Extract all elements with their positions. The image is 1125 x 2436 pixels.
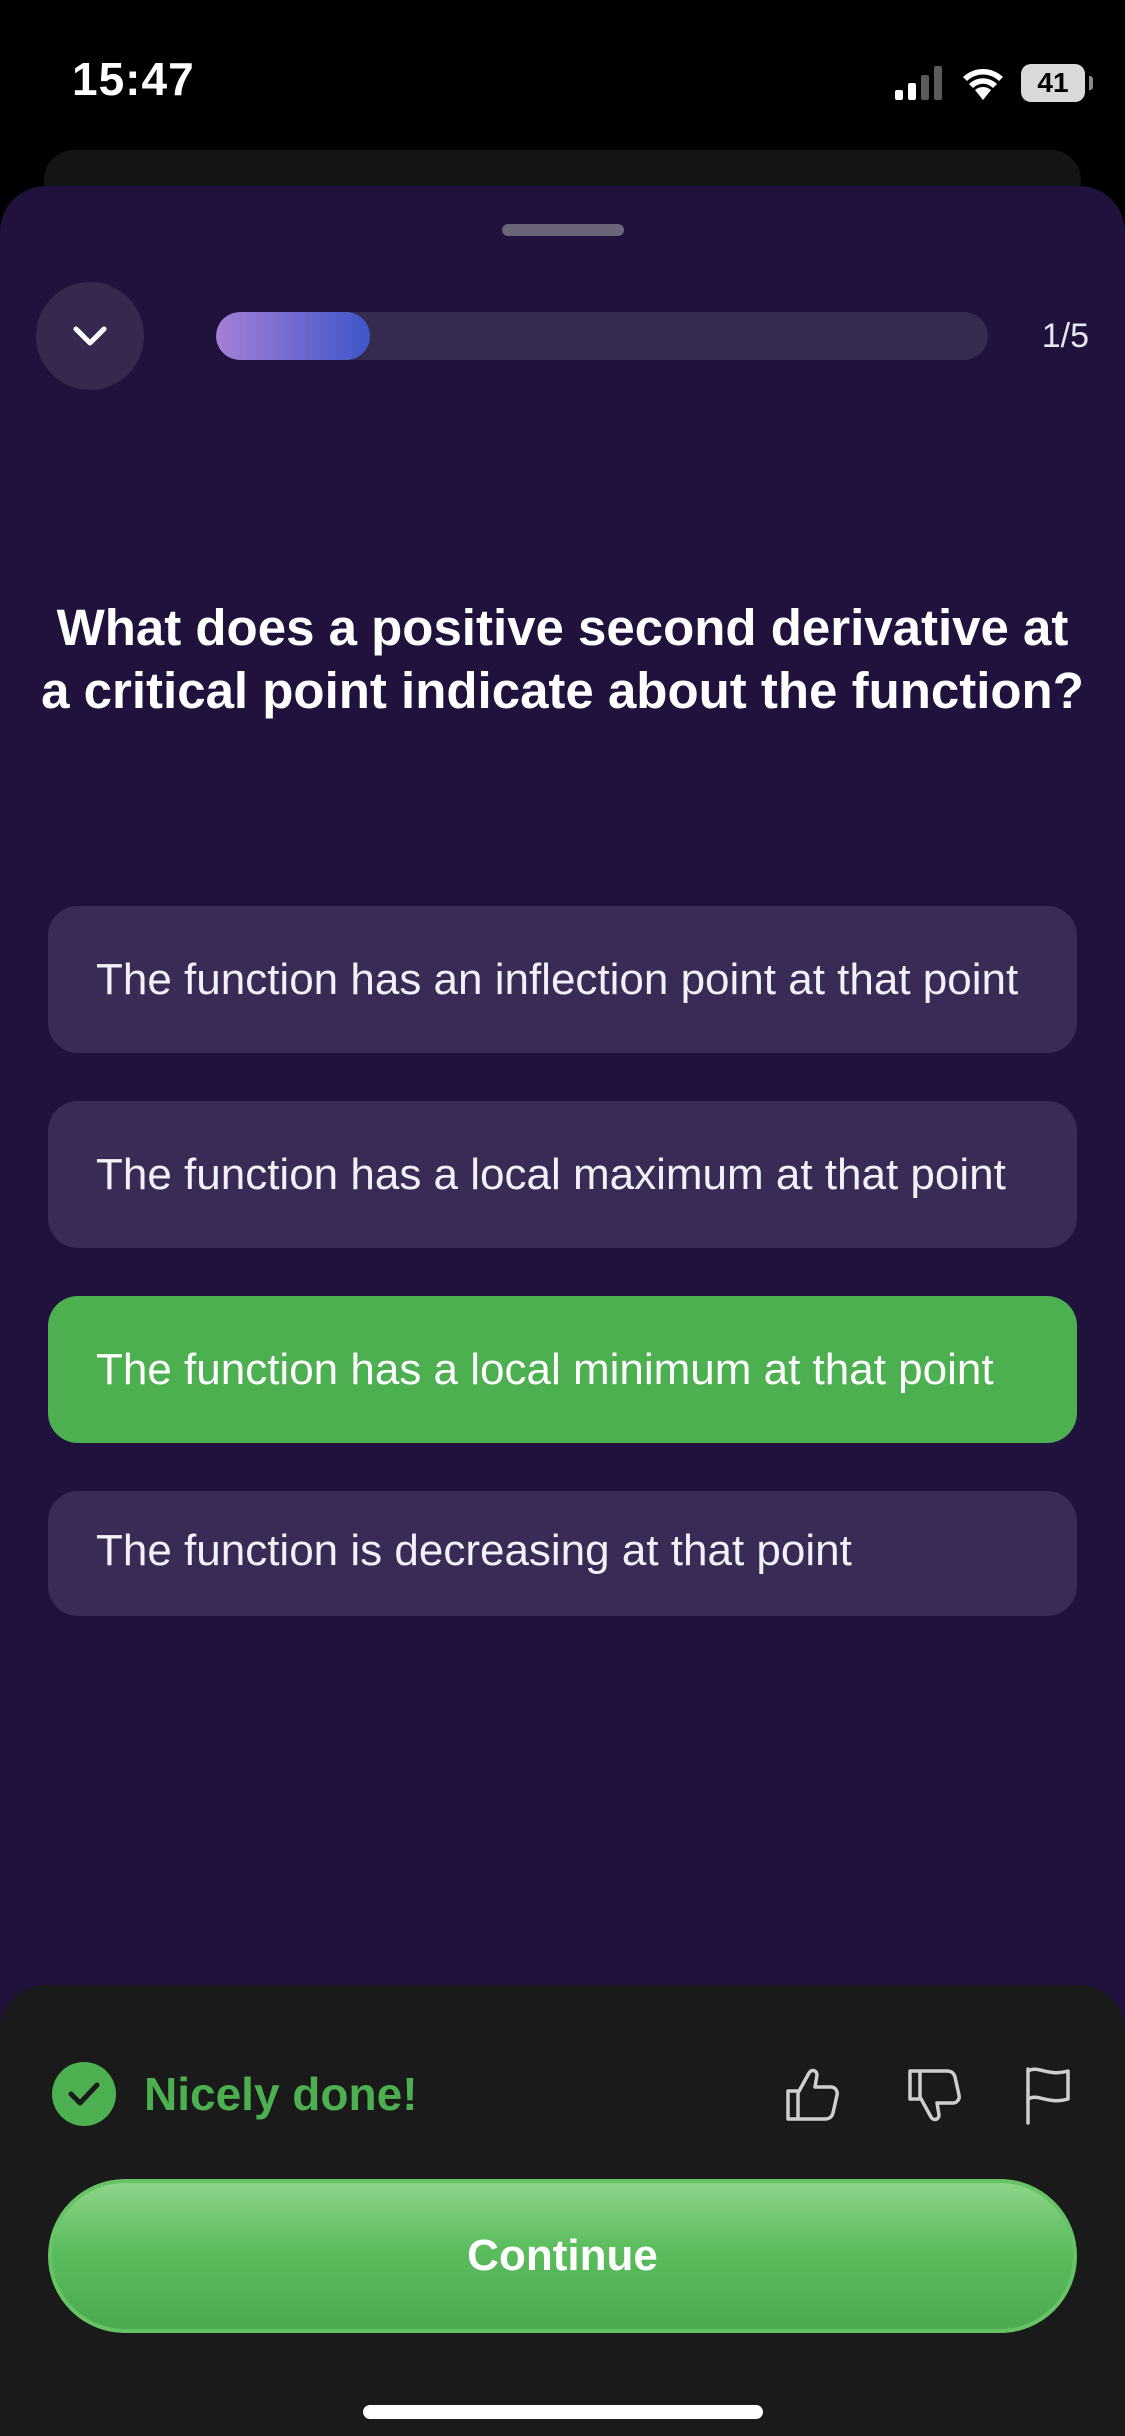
progress-fill bbox=[216, 312, 371, 360]
answer-list: The function has an inflection point at … bbox=[48, 906, 1077, 1664]
home-indicator bbox=[363, 2405, 763, 2419]
thumbs-down-icon[interactable] bbox=[906, 2065, 962, 2125]
status-bar: 15:47 41 bbox=[0, 0, 1125, 150]
answer-option-correct[interactable]: The function has a local minimum at that… bbox=[48, 1296, 1077, 1443]
wifi-icon bbox=[963, 69, 1003, 100]
feedback-panel: Nicely done! Continue bbox=[0, 1985, 1125, 2436]
feedback-message: Nicely done! bbox=[144, 2068, 418, 2120]
signal-icon bbox=[895, 66, 942, 100]
check-icon bbox=[52, 2062, 116, 2126]
answer-option[interactable]: The function is decreasing at that point bbox=[48, 1491, 1077, 1616]
progress-count: 1/5 bbox=[1041, 317, 1089, 355]
answer-option[interactable]: The function has an inflection point at … bbox=[48, 906, 1077, 1053]
status-icons: 41 bbox=[895, 58, 1093, 108]
answer-option[interactable]: The function has a local maximum at that… bbox=[48, 1101, 1077, 1248]
thumbs-up-icon[interactable] bbox=[784, 2065, 840, 2125]
collapse-button[interactable] bbox=[36, 282, 144, 390]
progress-bar bbox=[216, 312, 988, 360]
sheet-grabber[interactable] bbox=[502, 224, 624, 236]
continue-button[interactable]: Continue bbox=[48, 2179, 1077, 2333]
question-text: What does a positive second derivative a… bbox=[41, 599, 1084, 719]
battery-icon: 41 bbox=[1021, 64, 1093, 102]
chevron-down-icon bbox=[73, 326, 107, 346]
flag-icon[interactable] bbox=[1020, 2065, 1076, 2125]
status-time: 15:47 bbox=[72, 53, 195, 105]
